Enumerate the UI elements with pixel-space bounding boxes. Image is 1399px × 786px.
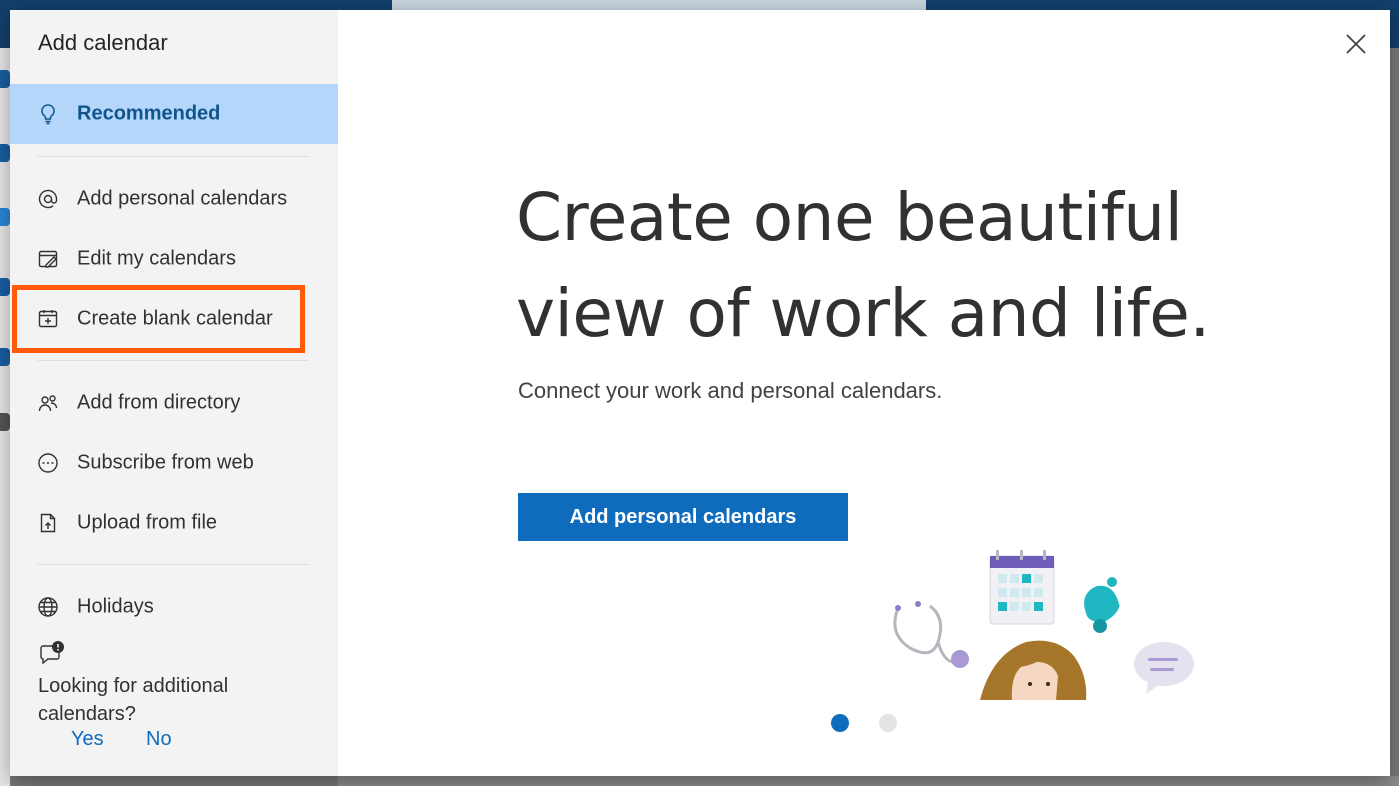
nav-holidays-label: Holidays <box>77 595 154 618</box>
at-sign-icon <box>36 187 60 211</box>
nav-add-from-directory[interactable]: Add from directory <box>10 374 338 432</box>
nav-subscribe-from-web-label: Subscribe from web <box>77 451 254 474</box>
nav-edit-my-calendars-label: Edit my calendars <box>77 247 236 270</box>
close-button[interactable] <box>1340 28 1372 60</box>
nav-upload-from-file[interactable]: Upload from file <box>10 494 338 552</box>
nav-holidays[interactable]: Holidays <box>10 578 338 636</box>
background-left-rail <box>0 48 10 786</box>
dialog-title: Add calendar <box>38 30 168 55</box>
calendar-add-icon <box>36 307 60 331</box>
bell-icon <box>1084 577 1120 633</box>
calendar-illustration-icon <box>989 550 1055 625</box>
feedback-no-link[interactable]: No <box>146 728 172 751</box>
stethoscope-icon <box>893 604 955 664</box>
people-icon <box>36 391 60 415</box>
edit-calendar-icon <box>36 247 60 271</box>
person-illustration <box>980 640 1087 700</box>
add-personal-calendars-button[interactable]: Add personal calendars <box>518 493 848 541</box>
dialog-sidebar: Add calendar Recommended Add personal ca… <box>10 10 338 776</box>
link-icon <box>36 451 60 475</box>
globe-icon <box>36 595 60 619</box>
sidebar-divider <box>38 360 308 361</box>
nav-add-personal-calendars-label: Add personal calendars <box>77 187 288 210</box>
sidebar-divider <box>38 156 308 157</box>
sidebar-divider <box>38 564 308 565</box>
chat-bubble-icon <box>1134 642 1194 694</box>
hero-illustration <box>893 550 1194 700</box>
feedback-yes-link[interactable]: Yes <box>71 728 104 751</box>
nav-create-blank-calendar-label: Create blank calendar <box>77 307 273 330</box>
nav-add-from-directory-label: Add from directory <box>77 391 241 414</box>
close-icon <box>1346 34 1366 54</box>
feedback-question: Looking for additional calendars? <box>38 675 229 725</box>
feedback-icon <box>38 640 68 668</box>
nav-add-personal-calendars[interactable]: Add personal calendars <box>10 170 338 228</box>
document-icon <box>36 511 60 535</box>
carousel-dot-1[interactable] <box>831 714 849 732</box>
nav-upload-from-file-label: Upload from file <box>77 511 218 534</box>
hero-subtext: Connect your work and personal calendars… <box>518 378 943 403</box>
nav-edit-my-calendars[interactable]: Edit my calendars <box>10 230 338 288</box>
hero-headline: Create one beautiful view of work and li… <box>516 179 1210 352</box>
nav-recommended[interactable]: Recommended <box>10 84 338 144</box>
add-calendar-dialog: Add calendar Recommended Add personal ca… <box>10 10 1390 776</box>
background-calendar-grid <box>338 776 1399 786</box>
lightbulb-icon <box>36 102 60 126</box>
carousel-dot-2[interactable] <box>879 714 897 732</box>
nav-recommended-label: Recommended <box>77 102 221 125</box>
nav-create-blank-calendar[interactable]: Create blank calendar <box>10 290 338 348</box>
nav-subscribe-from-web[interactable]: Subscribe from web <box>10 434 338 492</box>
